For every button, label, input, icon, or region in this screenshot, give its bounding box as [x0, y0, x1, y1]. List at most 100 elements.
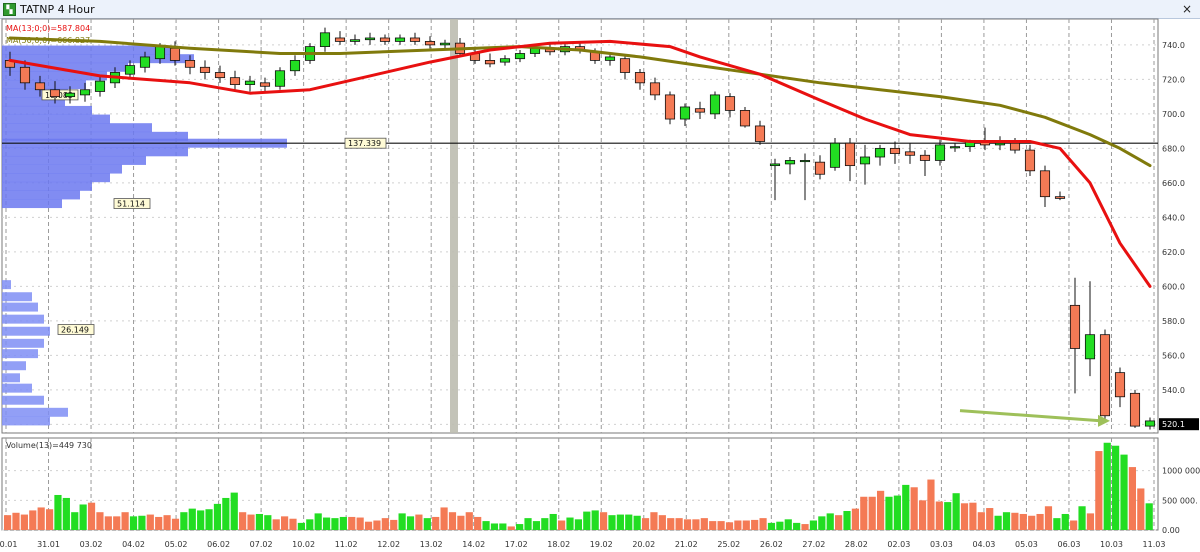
volume-bar-down	[658, 515, 666, 530]
candle-body-down	[634, 72, 646, 84]
candle-body-up	[769, 163, 781, 167]
x-tick-label: 14.02	[462, 540, 485, 549]
x-tick-label: 31.01	[37, 540, 60, 549]
candle-body-down	[169, 47, 181, 61]
volume-bar-up	[574, 519, 582, 530]
volume-bar-up	[994, 515, 1002, 530]
candle-body-up	[499, 58, 511, 63]
candle-body-down	[694, 108, 706, 113]
volume-bar-up	[885, 496, 893, 530]
volume-bar-down	[113, 516, 121, 530]
volume-bar-up	[264, 515, 272, 530]
x-tick-label: 28.02	[845, 540, 868, 549]
volume-bar-up	[541, 518, 549, 530]
volume-bar-up	[79, 504, 87, 530]
volume-bar-down	[734, 520, 742, 530]
volume-bar-down	[641, 518, 650, 530]
volume-bar-up	[549, 513, 557, 530]
volume-bar-down	[37, 507, 45, 530]
candle-body-down	[754, 125, 766, 142]
volume-bar-down	[675, 518, 683, 530]
volume-bar-down	[239, 512, 247, 530]
volume-bar-down	[247, 514, 255, 530]
volume-bar-down	[381, 518, 389, 530]
volume-bar-up	[532, 521, 541, 530]
volume-profile-label: 26.149	[61, 326, 89, 335]
candle-body-up	[994, 142, 1006, 146]
volume-bar-down	[272, 519, 280, 530]
candle-body-up	[679, 106, 691, 120]
volume-bar-down	[289, 518, 297, 530]
volume-bar-down	[960, 503, 969, 530]
x-tick-label: 20.02	[632, 540, 655, 549]
volume-bar-down	[801, 524, 809, 530]
volume-bar-down	[1019, 513, 1027, 530]
candle-body-down	[424, 41, 436, 46]
x-tick-label: 02.03	[887, 540, 910, 549]
price-tick-label: 600.0	[1162, 282, 1185, 291]
candle-body-down	[409, 37, 421, 42]
candle-body-up	[289, 60, 301, 72]
candle-body-down	[1009, 142, 1021, 151]
volume-profile-bar-upper	[2, 164, 122, 174]
candle-body-down	[1129, 392, 1141, 427]
volume-bar-up	[767, 522, 776, 530]
volume-profile-label: 51.114	[117, 200, 145, 209]
candle-body-up	[1084, 334, 1096, 360]
price-tick-label: 580.0	[1162, 317, 1185, 326]
candle-body-down	[649, 82, 661, 96]
volume-bar-up	[516, 524, 524, 530]
volume-profile-bar-upper	[2, 114, 110, 124]
volume-bar-down	[558, 520, 566, 530]
volume-bar-down	[969, 502, 977, 530]
volume-bar-down	[927, 479, 935, 530]
volume-bar-down	[1086, 513, 1095, 530]
volume-profile-bar-lower	[2, 407, 68, 417]
volume-bar-up	[1061, 513, 1069, 530]
volume-bar-down	[1137, 488, 1145, 530]
x-tick-label: 11.02	[335, 540, 358, 549]
volume-bar-down	[1128, 467, 1137, 530]
volume-profile-bar-upper	[2, 190, 80, 200]
volume-profile-bar-lower	[2, 395, 44, 405]
volume-profile-bar-lower	[2, 292, 32, 302]
volume-bar-up	[1002, 512, 1011, 530]
candle-body-up	[364, 37, 376, 41]
candle-body-up	[244, 80, 256, 85]
volume-bar-up	[297, 522, 305, 530]
price-tick-label: 740.0	[1162, 41, 1185, 50]
volume-bar-up	[952, 493, 960, 530]
candle-body-down	[259, 82, 271, 87]
volume-profile-bar-upper	[2, 147, 188, 157]
volume-bar-up	[902, 484, 910, 530]
volume-bar-down	[835, 515, 843, 530]
volume-bar-down	[96, 512, 104, 530]
x-tick-label: 11.03	[1143, 540, 1166, 549]
volume-bar-up	[406, 516, 415, 530]
volume-bar-up	[625, 514, 633, 530]
candle-body-up	[709, 94, 721, 115]
x-tick-label: 05.02	[165, 540, 188, 549]
candle-body-up	[349, 39, 361, 42]
candle-body-down	[379, 37, 391, 42]
volume-profile-bar-upper	[2, 71, 107, 81]
x-tick-label: 18.02	[547, 540, 570, 549]
volume-bar-up	[339, 516, 347, 530]
volume-profile-bar-lower	[2, 361, 26, 371]
price-chart[interactable]: 30.01 31.01 03.02 04.02 05.02 06.02 07.02 10.02…	[0, 0, 1200, 552]
volume-bar-down	[667, 518, 675, 530]
candle-body-up	[139, 56, 151, 68]
candle-body-up	[784, 160, 796, 165]
volume-bar-up	[1112, 445, 1120, 530]
volume-profile-bar-upper	[2, 155, 146, 165]
volume-profile-bar-upper	[2, 105, 92, 115]
volume-bar-up	[608, 515, 616, 530]
volume-bar-up	[809, 520, 818, 530]
volume-bar-down	[364, 521, 373, 530]
volume-bar-down	[348, 516, 356, 530]
x-tick-label: 30.01	[0, 540, 17, 549]
candle-body-down	[919, 154, 931, 161]
volume-bar-down	[146, 514, 154, 530]
volume-bar-down	[1044, 506, 1053, 530]
price-tick-label: 620.0	[1162, 248, 1185, 257]
